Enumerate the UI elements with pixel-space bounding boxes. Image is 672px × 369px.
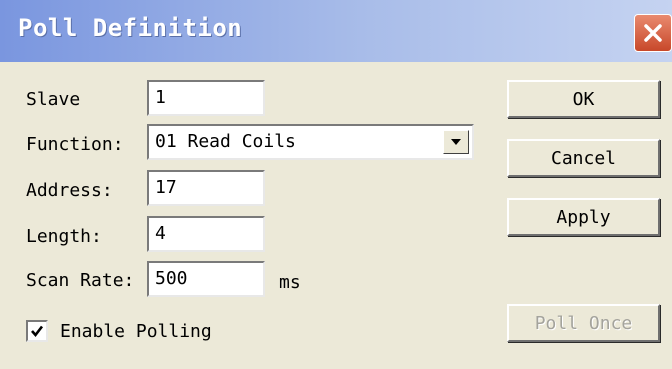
function-selected-value: 01 Read Coils [155,131,296,152]
address-field[interactable]: 17 [147,170,265,206]
window-title: Poll Definition [18,14,243,42]
poll-definition-dialog: Poll Definition Slave 1 Function: 01 Rea… [0,0,672,369]
dropdown-button[interactable] [443,130,469,154]
function-label: Function: [26,134,124,155]
checkmark-icon [31,325,44,338]
length-field[interactable]: 4 [147,216,265,252]
enable-polling-checkbox[interactable] [26,320,48,342]
scan-rate-field[interactable]: 500 [147,261,265,297]
enable-polling-label[interactable]: Enable Polling [60,321,212,342]
function-select[interactable]: 01 Read Coils [147,124,474,160]
close-icon [644,24,662,42]
chevron-down-icon [451,139,461,145]
close-button[interactable] [634,14,672,52]
slave-label: Slave [26,89,81,110]
cancel-button[interactable]: Cancel [507,139,660,177]
ok-button[interactable]: OK [507,80,660,118]
title-bar[interactable]: Poll Definition [0,0,672,62]
address-label: Address: [26,180,113,201]
length-label: Length: [26,226,102,247]
apply-button[interactable]: Apply [507,198,660,236]
poll-once-button[interactable]: Poll Once [507,304,660,342]
scan-rate-unit: ms [279,272,301,293]
scan-rate-label: Scan Rate: [26,270,135,291]
slave-field[interactable]: 1 [147,80,265,116]
